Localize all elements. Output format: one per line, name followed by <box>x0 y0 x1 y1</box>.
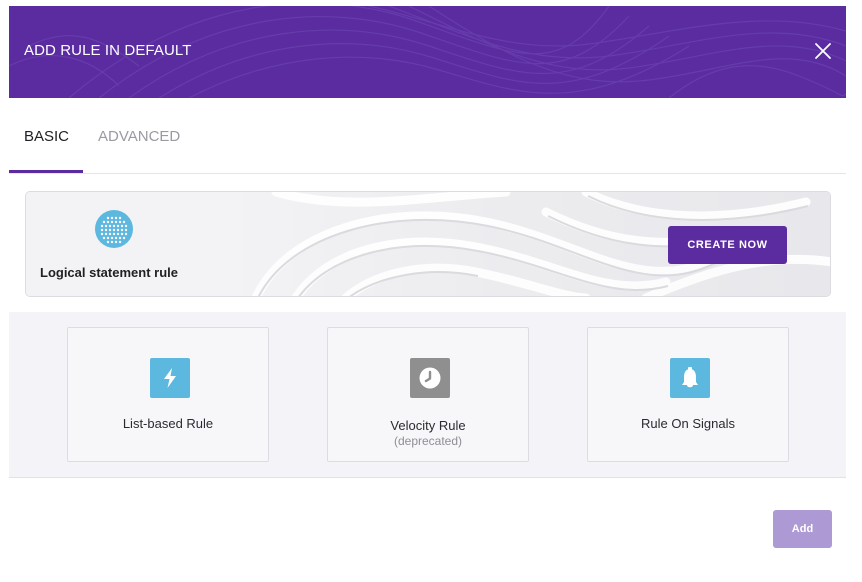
add-rule-modal: ADD RULE IN DEFAULT BASIC ADVANCED Logic… <box>9 6 846 576</box>
clock-icon <box>410 358 450 398</box>
banner-title: Logical statement rule <box>40 265 178 280</box>
bell-icon <box>670 358 710 398</box>
modal-title: ADD RULE IN DEFAULT <box>24 42 192 59</box>
add-button[interactable]: Add <box>773 510 832 548</box>
tab-basic[interactable]: BASIC <box>24 128 69 145</box>
rule-types-panel: List-based Rule Velocity Rule (deprecate… <box>9 312 846 478</box>
close-icon[interactable] <box>813 41 833 61</box>
list-based-rule-label: List-based Rule <box>122 416 214 431</box>
tab-bar: BASIC ADVANCED <box>9 98 846 174</box>
dotted-sphere-icon <box>95 210 133 248</box>
logical-statement-banner: Logical statement rule CREATE NOW <box>25 191 831 297</box>
tab-advanced[interactable]: ADVANCED <box>98 128 180 145</box>
modal-header: ADD RULE IN DEFAULT <box>9 6 846 98</box>
rule-on-signals-card[interactable]: Rule On Signals <box>587 327 789 462</box>
rule-on-signals-label: Rule On Signals <box>641 416 735 431</box>
list-based-rule-card[interactable]: List-based Rule <box>67 327 269 462</box>
deprecated-label: (deprecated) <box>393 434 463 448</box>
create-now-button[interactable]: CREATE NOW <box>668 226 787 264</box>
active-tab-indicator <box>9 170 83 173</box>
velocity-rule-label: Velocity Rule <box>390 418 466 433</box>
velocity-rule-card[interactable]: Velocity Rule (deprecated) <box>327 327 529 462</box>
lightning-icon <box>150 358 190 398</box>
